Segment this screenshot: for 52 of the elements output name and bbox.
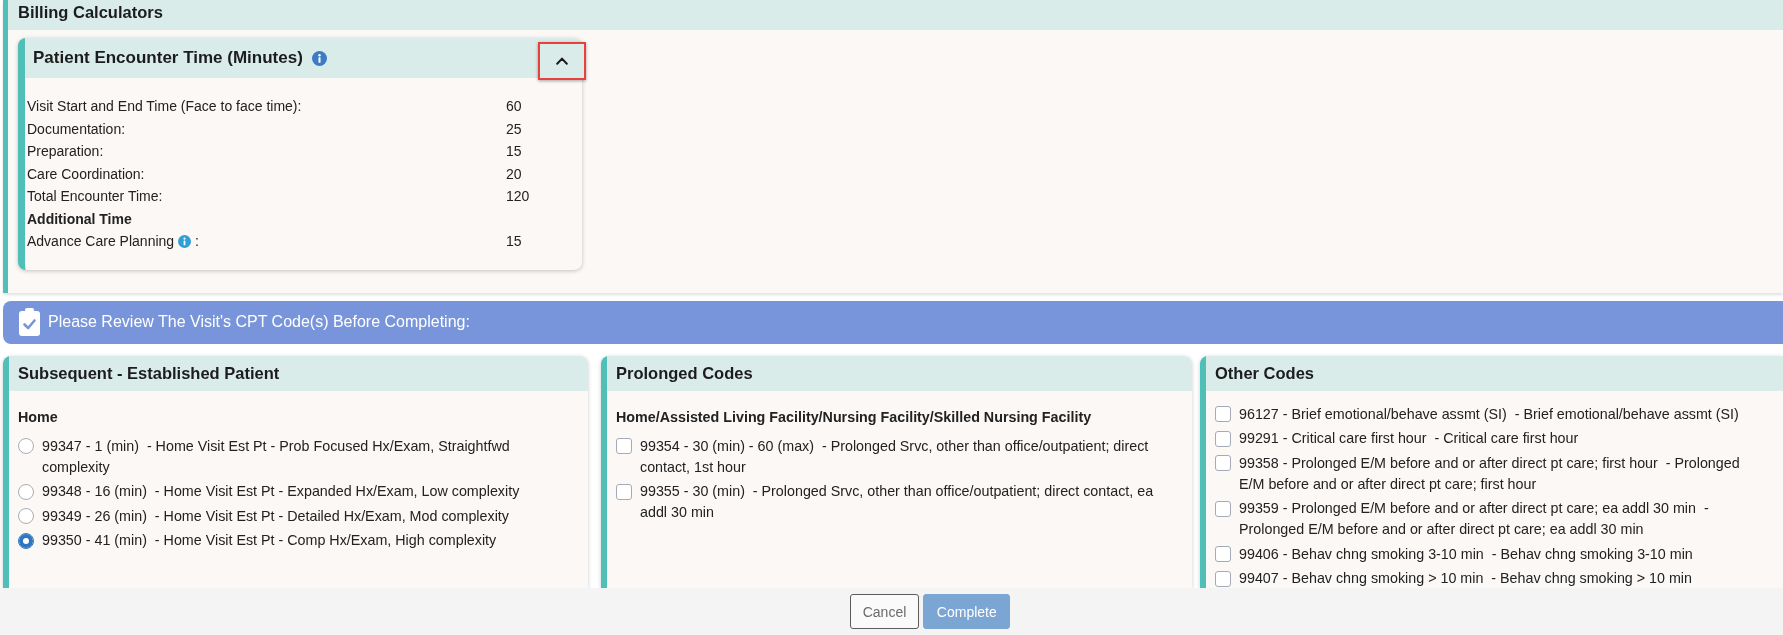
group-heading: Additional Time — [27, 209, 132, 229]
code-option-label: 96127 - Brief emotional/behave assmt (SI) - Brief emotional/behave assmt (SI) — [1239, 404, 1739, 424]
checkbox[interactable] — [616, 483, 632, 500]
code-option-label: 99358 - Prolonged E/M before and or after direct pt care; first hour - Prolonged E/M before and or after direct pt care; first hour — [1239, 453, 1741, 494]
panel-title: Subsequent - Established Patient — [18, 363, 280, 383]
colon-text: : — [195, 232, 199, 251]
card-title: Patient Encounter Time (Minutes) — [33, 48, 303, 68]
panel-subtitle: Home — [18, 407, 58, 427]
code-option-label: 99350 - 41 (min) - Home Visit Est Pt - Comp Hx/Exam, High complexity — [42, 531, 497, 550]
row-label: Care Coordination: — [27, 164, 145, 184]
checkbox[interactable] — [616, 438, 632, 454]
row-label: Advance Care Planning — [27, 232, 175, 251]
code-option-label: 99407 - Behav chng smoking > 10 min - Behav chng smoking > 10 min — [1239, 569, 1692, 588]
checkbox[interactable] — [1215, 406, 1231, 422]
code-option-label: 99406 - Behav chng smoking 3-10 min - Behav chng smoking 3-10 min — [1239, 544, 1693, 564]
row-value: 60 — [506, 97, 522, 116]
code-option-label: 99347 - 1 (min) - Home Visit Est Pt - Prob Focused Hx/Exam, Straightfwd complexity — [42, 436, 511, 477]
info-icon[interactable] — [178, 234, 192, 248]
code-option-label: 99355 - 30 (min) - Prolonged Srvc, other than office/outpatient; direct contact, ea addl 30 min — [640, 482, 1155, 522]
checkbox[interactable] — [1215, 430, 1231, 447]
row-value: 15 — [506, 142, 522, 161]
banner-text: Please Review The Visit's CPT Code(s) Before Completing: — [48, 313, 470, 331]
chevron-up-icon — [556, 57, 568, 65]
row-label: Documentation: — [27, 119, 126, 139]
code-option-label: 99354 - 30 (min) - 60 (max) - Prolonged Srvc, other than office/outpatient; direct contact, 1st hour — [640, 436, 1150, 477]
code-option-label: 99359 - Prolonged E/M before and or after direct pt care; ea addl 30 min - Prolonged E/M before and or after direct pt care; ea addl 30 min — [1239, 499, 1710, 539]
collapse-button[interactable] — [538, 42, 586, 80]
radio-button[interactable] — [18, 438, 34, 454]
info-icon[interactable] — [311, 50, 327, 66]
code-option-label: 99291 - Critical care first hour - Critical care first hour — [1239, 429, 1579, 448]
radio-button[interactable] — [18, 483, 34, 500]
radio-button[interactable] — [18, 508, 34, 524]
row-value: 25 — [506, 119, 522, 139]
panel-subtitle: Home/Assisted Living Facility/Nursing Facility/Skilled Nursing Facility — [616, 407, 1092, 427]
row-label: Visit Start and End Time (Face to face time): — [27, 97, 302, 116]
section-title: Billing Calculators — [18, 3, 163, 22]
code-option-label: 99348 - 16 (min) - Home Visit Est Pt - Expanded Hx/Exam, Low complexity — [42, 482, 520, 501]
cancel-button[interactable]: Cancel — [849, 594, 920, 629]
panel-title: Other Codes — [1215, 363, 1315, 383]
code-option-label: 99349 - 26 (min) - Home Visit Est Pt - Detailed Hx/Exam, Mod complexity — [42, 506, 509, 526]
checkbox[interactable] — [1215, 455, 1231, 471]
checkbox[interactable] — [1215, 570, 1231, 587]
checkbox[interactable] — [1215, 500, 1231, 517]
panel-title: Prolonged Codes — [616, 363, 753, 383]
clipboard-check-icon — [19, 308, 40, 336]
row-value: 20 — [506, 164, 522, 184]
row-label: Total Encounter Time: — [27, 187, 163, 206]
checkbox[interactable] — [1215, 546, 1231, 562]
radio-button[interactable] — [18, 532, 34, 549]
row-label: Preparation: — [27, 142, 104, 161]
row-value: 15 — [506, 232, 522, 251]
row-value: 120 — [506, 187, 530, 206]
